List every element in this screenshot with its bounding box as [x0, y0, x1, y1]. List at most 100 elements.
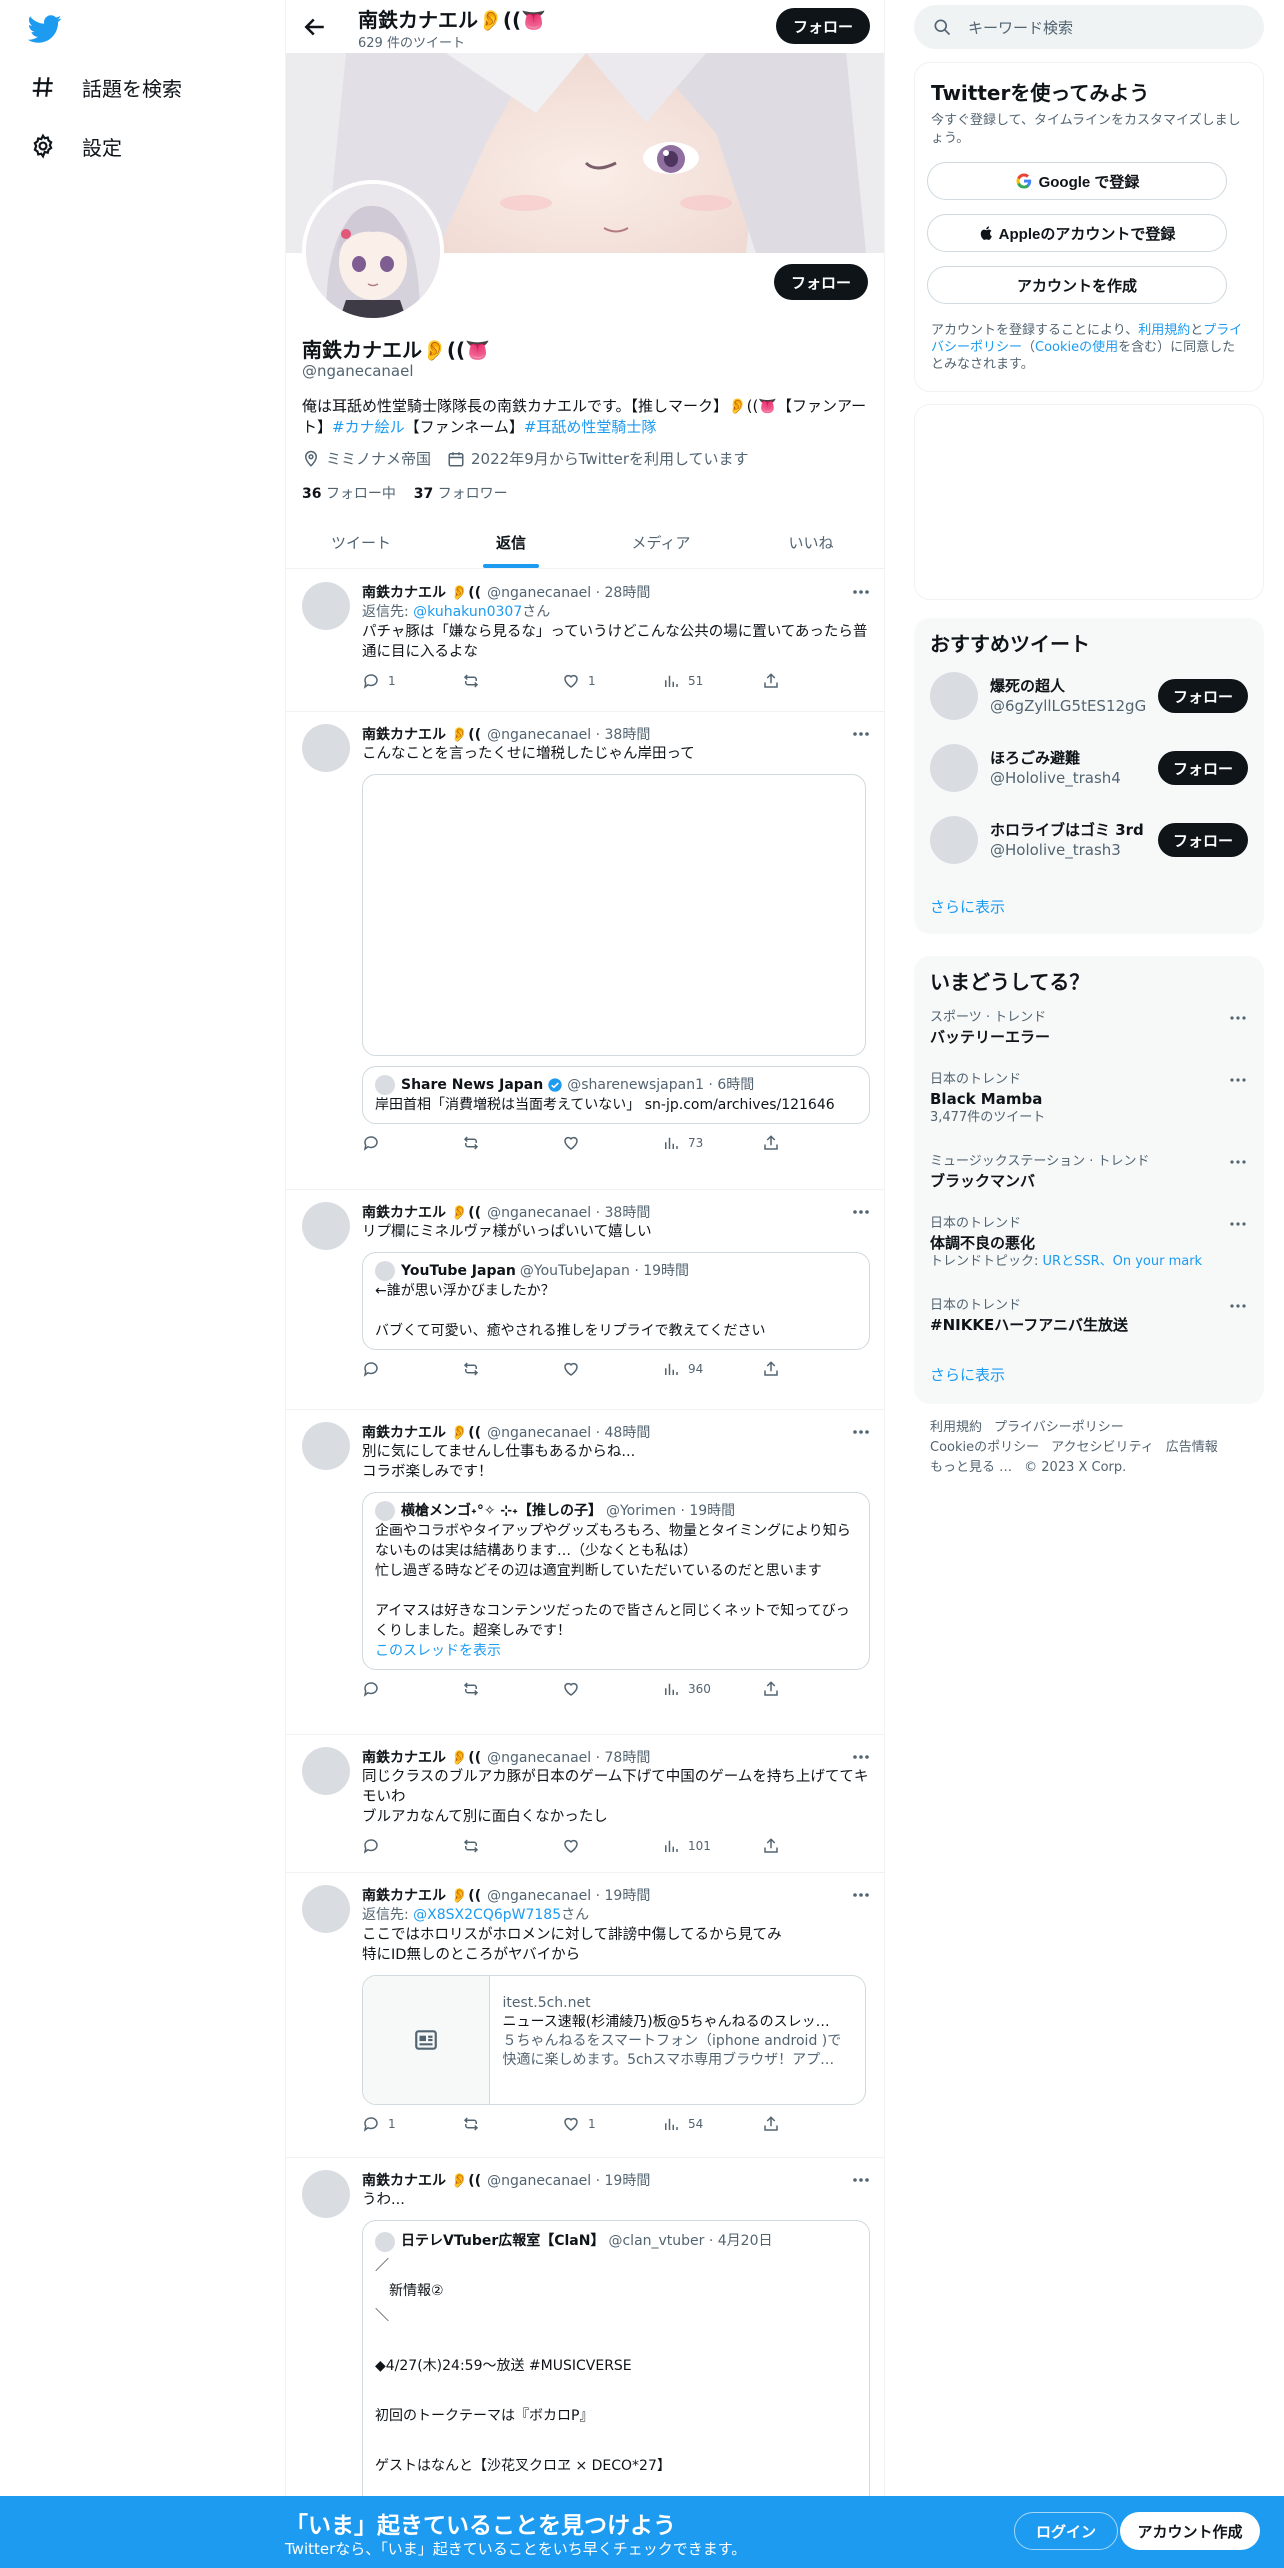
recommended-user[interactable]: ホロライブはゴミ 3rd @Hololive_trash3 フォロー [930, 816, 1248, 864]
retweet-button[interactable] [462, 672, 562, 690]
search-box[interactable]: キーワード検索 [914, 5, 1264, 49]
recommended-avatar[interactable] [930, 816, 978, 864]
bio-hashtag-1[interactable]: #カナ絵ル [332, 418, 405, 436]
like-button[interactable] [562, 1360, 662, 1378]
nav-explore[interactable]: 話題を検索 [28, 67, 182, 107]
more-icon[interactable] [1228, 1010, 1248, 1026]
link-card[interactable]: itest.5ch.net ニュース速報(杉浦綾乃)板@5ちゃんねるのスレッ… … [362, 1975, 866, 2105]
tweet[interactable]: 南鉄カナエル 👂((@nganecanael · 38時間 こんなことを言ったく… [286, 712, 884, 1190]
footer-ads-link[interactable]: 広告情報 [1166, 1440, 1218, 1455]
reply-button[interactable] [362, 1134, 462, 1152]
tweet[interactable]: 南鉄カナエル 👂((@nganecanael · 28時間 返信先: @kuha… [286, 570, 884, 712]
like-button[interactable]: 1 [562, 2115, 662, 2133]
trends-show-more[interactable]: さらに表示 [930, 1364, 1005, 1385]
more-icon[interactable] [1228, 1216, 1248, 1232]
share-button[interactable] [762, 672, 792, 690]
quoted-tweet[interactable]: 横槍メンゴ˖°✧ ⊹˖【推しの子】 @Yorimen · 19時間 企画やコラボや… [362, 1492, 870, 1670]
views-button[interactable]: 360 [662, 1680, 762, 1698]
tweet-avatar[interactable] [302, 1747, 350, 1795]
more-icon[interactable] [850, 724, 872, 744]
more-icon[interactable] [850, 582, 872, 602]
like-button[interactable] [562, 1837, 662, 1855]
more-icon[interactable] [1228, 1072, 1248, 1088]
share-button[interactable] [762, 1680, 792, 1698]
footer-more-link[interactable]: もっと見る … [930, 1460, 1012, 1475]
reply-to-link[interactable]: @kuhakun0307 [413, 604, 522, 620]
tweet-avatar[interactable] [302, 1885, 350, 1933]
terms-link[interactable]: 利用規約 [1138, 323, 1190, 338]
like-button[interactable]: 1 [562, 672, 662, 690]
reply-button[interactable] [362, 1360, 462, 1378]
search-input[interactable]: キーワード検索 [968, 17, 1073, 38]
tweet-author-name[interactable]: 南鉄カナエル 👂(( [362, 1747, 481, 1767]
show-thread-link[interactable]: このスレッドを表示 [375, 1641, 857, 1661]
tab-media[interactable]: メディア [586, 516, 736, 568]
tweet-author-name[interactable]: 南鉄カナエル 👂(( [362, 724, 481, 744]
reply-button[interactable]: 1 [362, 2115, 462, 2133]
recommended-follow-button[interactable]: フォロー [1158, 751, 1248, 785]
reply-button[interactable] [362, 1680, 462, 1698]
tweet-avatar[interactable] [302, 1422, 350, 1470]
cookie-link[interactable]: Cookieの使用 [1035, 340, 1118, 355]
share-button[interactable] [762, 1134, 792, 1152]
create-account-button[interactable]: アカウントを作成 [927, 266, 1227, 304]
tweet-avatar[interactable] [302, 724, 350, 772]
tweet[interactable]: 南鉄カナエル 👂((@nganecanael · 48時間 別に気にしてませんし… [286, 1410, 884, 1735]
tweet[interactable]: 南鉄カナエル 👂((@nganecanael · 78時間 同じクラスのブルアカ… [286, 1735, 884, 1873]
tweet-author-name[interactable]: 南鉄カナエル 👂(( [362, 1422, 481, 1442]
footer-accessibility-link[interactable]: アクセシビリティ [1051, 1440, 1154, 1455]
quoted-tweet[interactable]: Share News Japan @sharenewsjapan1 · 6時間 岸… [362, 1066, 870, 1124]
footer-privacy-link[interactable]: プライバシーポリシー [994, 1420, 1124, 1435]
retweet-button[interactable] [462, 1360, 562, 1378]
views-button[interactable]: 94 [662, 1360, 762, 1378]
retweet-button[interactable] [462, 1134, 562, 1152]
footer-terms-link[interactable]: 利用規約 [930, 1420, 982, 1435]
tweet-author-name[interactable]: 南鉄カナエル 👂(( [362, 2170, 481, 2190]
recommended-follow-button[interactable]: フォロー [1158, 823, 1248, 857]
more-icon[interactable] [850, 2170, 872, 2190]
followers-link[interactable]: 37 フォロワー [414, 486, 508, 502]
tweet-author-name[interactable]: 南鉄カナエル 👂(( [362, 582, 481, 602]
nav-settings[interactable]: 設定 [28, 126, 122, 166]
tweet-avatar[interactable] [302, 582, 350, 630]
bio-hashtag-2[interactable]: #耳舐め性堂騎士隊 [524, 418, 657, 436]
more-icon[interactable] [1228, 1298, 1248, 1314]
signup-button[interactable]: アカウント作成 [1120, 2512, 1260, 2550]
reply-to-link[interactable]: @X8SX2CQ6pW7185 [413, 1907, 561, 1923]
footer-cookie-link[interactable]: Cookieのポリシー [930, 1440, 1039, 1455]
recommended-user[interactable]: ほろごみ避難 @Hololive_trash4 フォロー [930, 744, 1248, 792]
more-icon[interactable] [850, 1747, 872, 1767]
quoted-tweet[interactable]: YouTube Japan @YouTubeJapan · 19時間 ←誰が思い浮… [362, 1252, 870, 1350]
header-follow-button[interactable]: フォロー [776, 8, 870, 44]
google-signup-button[interactable]: Google で登録 [927, 162, 1227, 200]
profile-follow-button[interactable]: フォロー [774, 264, 868, 300]
retweet-button[interactable] [462, 1680, 562, 1698]
apple-signup-button[interactable]: Appleのアカウントで登録 [927, 214, 1227, 252]
recommended-user[interactable]: 爆死の超人 @6gZyllLG5tES12gG フォロー [930, 672, 1248, 720]
recommended-avatar[interactable] [930, 672, 978, 720]
retweet-button[interactable] [462, 2115, 562, 2133]
trend-item[interactable]: 日本のトレンド Black Mamba 3,477件のツイート [930, 1072, 1248, 1126]
retweet-button[interactable] [462, 1837, 562, 1855]
views-button[interactable]: 51 [662, 672, 762, 690]
like-button[interactable] [562, 1680, 662, 1698]
reply-button[interactable]: 1 [362, 672, 462, 690]
login-button[interactable]: ログイン [1014, 2512, 1118, 2550]
trend-item[interactable]: 日本のトレンド #NIKKEハーフアニバ生放送 [930, 1298, 1248, 1336]
trend-item[interactable]: ミュージックステーション · トレンド ブラックマンバ [930, 1154, 1248, 1192]
tweet[interactable]: 南鉄カナエル 👂((@nganecanael · 19時間 返信先: @X8SX… [286, 1873, 884, 2158]
profile-avatar[interactable] [302, 180, 444, 322]
more-icon[interactable] [1228, 1154, 1248, 1170]
more-icon[interactable] [850, 1885, 872, 1905]
views-button[interactable]: 73 [662, 1134, 762, 1152]
views-button[interactable]: 54 [662, 2115, 762, 2133]
trend-item[interactable]: 日本のトレンド 体調不良の悪化 トレンドトピック: URとSSR、On your… [930, 1216, 1248, 1270]
share-button[interactable] [762, 2115, 792, 2133]
tab-tweets[interactable]: ツイート [286, 516, 436, 568]
recommended-show-more[interactable]: さらに表示 [930, 896, 1005, 917]
share-button[interactable] [762, 1360, 792, 1378]
tab-likes[interactable]: いいね [736, 516, 884, 568]
tweet-author-name[interactable]: 南鉄カナエル 👂(( [362, 1885, 481, 1905]
trend-item[interactable]: スポーツ · トレンド バッテリーエラー [930, 1010, 1248, 1048]
tweet-media[interactable] [362, 774, 866, 1056]
